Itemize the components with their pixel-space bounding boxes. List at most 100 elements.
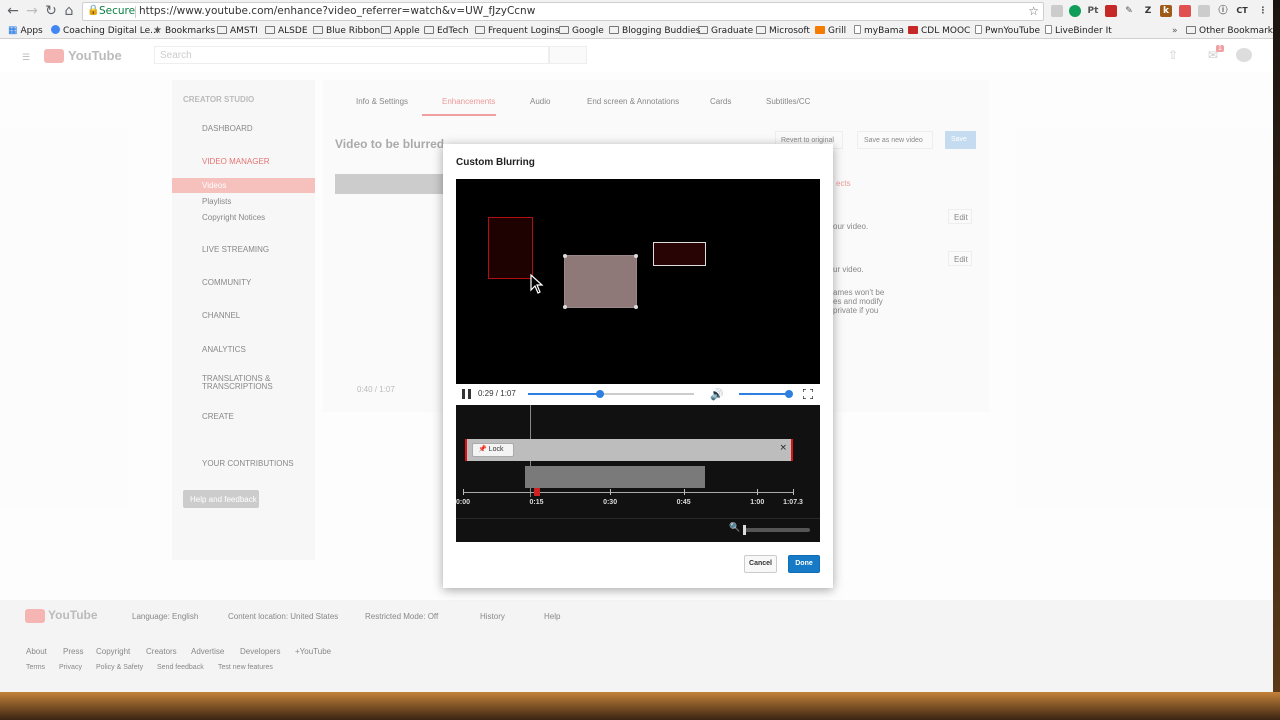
- back-arrow-icon[interactable]: ←: [5, 3, 21, 19]
- tab-subtitles[interactable]: Subtitles/CC: [766, 97, 810, 106]
- footer-link[interactable]: Copyright: [96, 647, 130, 656]
- resize-handle[interactable]: [563, 305, 567, 309]
- tab-audio[interactable]: Audio: [530, 97, 550, 106]
- avatar[interactable]: [1236, 48, 1252, 62]
- blur-region-selected[interactable]: [653, 242, 706, 266]
- sidebar-item-video-manager[interactable]: VIDEO MANAGER: [202, 157, 270, 166]
- tab-end-screen[interactable]: End screen & Annotations: [587, 97, 679, 106]
- film-extension-icon[interactable]: [1105, 5, 1117, 17]
- bookmark-cdl-mooc[interactable]: CDL MOOC: [908, 24, 970, 38]
- sidebar-item-channel[interactable]: CHANNEL: [202, 311, 240, 320]
- seek-bar[interactable]: [528, 390, 694, 398]
- youtube-logo-text[interactable]: YouTube: [68, 48, 122, 63]
- sidebar-item-playlists[interactable]: Playlists: [202, 197, 231, 206]
- bookmark-pwnyoutube[interactable]: PwnYouTube: [975, 24, 1040, 38]
- address-bar[interactable]: 🔒 Secure https://www.youtube.com/enhance…: [82, 2, 1044, 21]
- bookmark-blogging-buddies[interactable]: Blogging Buddies: [609, 24, 700, 38]
- bookmark-apps[interactable]: ▦ Apps: [8, 24, 43, 38]
- sidebar-item-create[interactable]: CREATE: [202, 412, 234, 421]
- sidebar-item-videos[interactable]: Videos: [202, 181, 226, 190]
- resize-handle[interactable]: [634, 305, 638, 309]
- sidebar-item-dashboard[interactable]: DASHBOARD: [202, 124, 253, 133]
- profile-initials[interactable]: CT: [1233, 5, 1251, 17]
- url-text[interactable]: https://www.youtube.com/enhance?video_re…: [139, 5, 535, 17]
- footer-link[interactable]: About: [26, 647, 47, 656]
- volume-icon[interactable]: 🔊: [710, 388, 724, 401]
- google-extension-icon[interactable]: [1069, 5, 1081, 17]
- effects-tab[interactable]: ects: [836, 179, 851, 188]
- z-extension-icon[interactable]: Z: [1142, 5, 1154, 17]
- gray-extension-icon[interactable]: [1198, 5, 1210, 17]
- pause-icon[interactable]: [462, 389, 471, 399]
- resize-handle[interactable]: [563, 254, 567, 258]
- footer-link[interactable]: Test new features: [218, 664, 273, 671]
- tab-cards[interactable]: Cards: [710, 97, 731, 106]
- search-input[interactable]: [154, 46, 549, 64]
- fullscreen-icon[interactable]: [803, 389, 813, 399]
- location-selector[interactable]: Content location: United States: [228, 612, 338, 621]
- volume-handle[interactable]: [785, 390, 793, 398]
- blur-track-selected[interactable]: 📌 Lock ×: [465, 439, 793, 461]
- bookmark-star-icon[interactable]: ☆: [1028, 4, 1039, 18]
- help-button[interactable]: Help: [544, 612, 560, 621]
- save-new-video-button[interactable]: Save as new video: [857, 131, 933, 149]
- volume-slider[interactable]: [739, 390, 793, 398]
- seek-handle[interactable]: [595, 390, 604, 398]
- youtube-logo-icon[interactable]: [44, 49, 64, 63]
- bookmark-grill[interactable]: Grill: [815, 24, 846, 38]
- bookmark-bookmarks[interactable]: ★ Bookmarks: [153, 24, 215, 38]
- history-button[interactable]: History: [480, 612, 505, 621]
- reload-icon[interactable]: ↻: [43, 3, 59, 19]
- footer-link[interactable]: Terms: [26, 664, 45, 671]
- bookmark-mybama[interactable]: myBama: [854, 24, 904, 38]
- bookmark-blue-ribbon[interactable]: Blue Ribbon: [313, 24, 380, 38]
- bookmark-graduate[interactable]: Graduate: [698, 24, 753, 38]
- zoom-slider[interactable]: [743, 525, 810, 535]
- bookmarks-overflow-icon[interactable]: »: [1172, 24, 1178, 38]
- footer-link[interactable]: Creators: [146, 647, 177, 656]
- tab-enhancements[interactable]: Enhancements: [442, 97, 495, 106]
- footer-link[interactable]: +YouTube: [295, 647, 331, 656]
- red-extension-icon[interactable]: [1179, 5, 1191, 17]
- footer-link[interactable]: Privacy: [59, 664, 82, 671]
- blur-region-outline[interactable]: [488, 217, 533, 279]
- bookmark-alsde[interactable]: ALSDE: [265, 24, 308, 38]
- language-selector[interactable]: Language: English: [132, 612, 198, 621]
- pen-extension-icon[interactable]: ✎: [1123, 5, 1135, 17]
- cloud-extension-icon[interactable]: [1051, 5, 1063, 17]
- restricted-mode-selector[interactable]: Restricted Mode: Off: [365, 612, 438, 621]
- bookmark-apple[interactable]: Apple: [381, 24, 420, 38]
- blur-region-active[interactable]: [563, 254, 638, 309]
- edit-button[interactable]: Edit: [948, 209, 972, 224]
- resize-handle[interactable]: [634, 254, 638, 258]
- edit-button[interactable]: Edit: [948, 251, 972, 266]
- help-feedback-button[interactable]: Help and feedback: [183, 490, 259, 508]
- sidebar-item-copyright[interactable]: Copyright Notices: [202, 213, 265, 222]
- footer-youtube-logo-icon[interactable]: [25, 609, 45, 623]
- bookmark-coaching[interactable]: Coaching Digital Le...: [51, 24, 159, 38]
- done-button[interactable]: Done: [788, 555, 820, 573]
- menu-kebab-icon[interactable]: ⋮: [1257, 5, 1269, 17]
- footer-link[interactable]: Advertise: [191, 647, 224, 656]
- footer-link[interactable]: Press: [63, 647, 83, 656]
- sidebar-item-live-streaming[interactable]: LIVE STREAMING: [202, 245, 269, 254]
- bookmark-google[interactable]: Google: [559, 24, 604, 38]
- sidebar-item-analytics[interactable]: ANALYTICS: [202, 345, 246, 354]
- sidebar-item-contributions[interactable]: YOUR CONTRIBUTIONS: [202, 459, 294, 468]
- info-extension-icon[interactable]: ⓘ: [1217, 5, 1229, 17]
- k-extension-icon[interactable]: k: [1160, 5, 1172, 17]
- playhead-marker[interactable]: [533, 488, 540, 496]
- home-icon[interactable]: ⌂: [61, 3, 77, 19]
- search-button[interactable]: [549, 46, 587, 64]
- footer-logo-text[interactable]: YouTube: [48, 608, 98, 622]
- bookmark-microsoft[interactable]: Microsoft: [756, 24, 810, 38]
- blur-track[interactable]: [525, 466, 705, 488]
- footer-link[interactable]: Policy & Safety: [96, 664, 143, 671]
- bookmark-edtech[interactable]: EdTech: [424, 24, 469, 38]
- bookmark-frequent-logins[interactable]: Frequent Logins: [475, 24, 560, 38]
- blur-timeline[interactable]: 📌 Lock × 0:00 0:15 0:30 0:45 1:00 1:07.3 🔍: [456, 405, 820, 542]
- footer-link[interactable]: Send feedback: [157, 664, 204, 671]
- cancel-button[interactable]: Cancel: [744, 555, 777, 573]
- upload-icon[interactable]: ⇧: [1168, 48, 1178, 62]
- save-button[interactable]: Save: [945, 131, 976, 149]
